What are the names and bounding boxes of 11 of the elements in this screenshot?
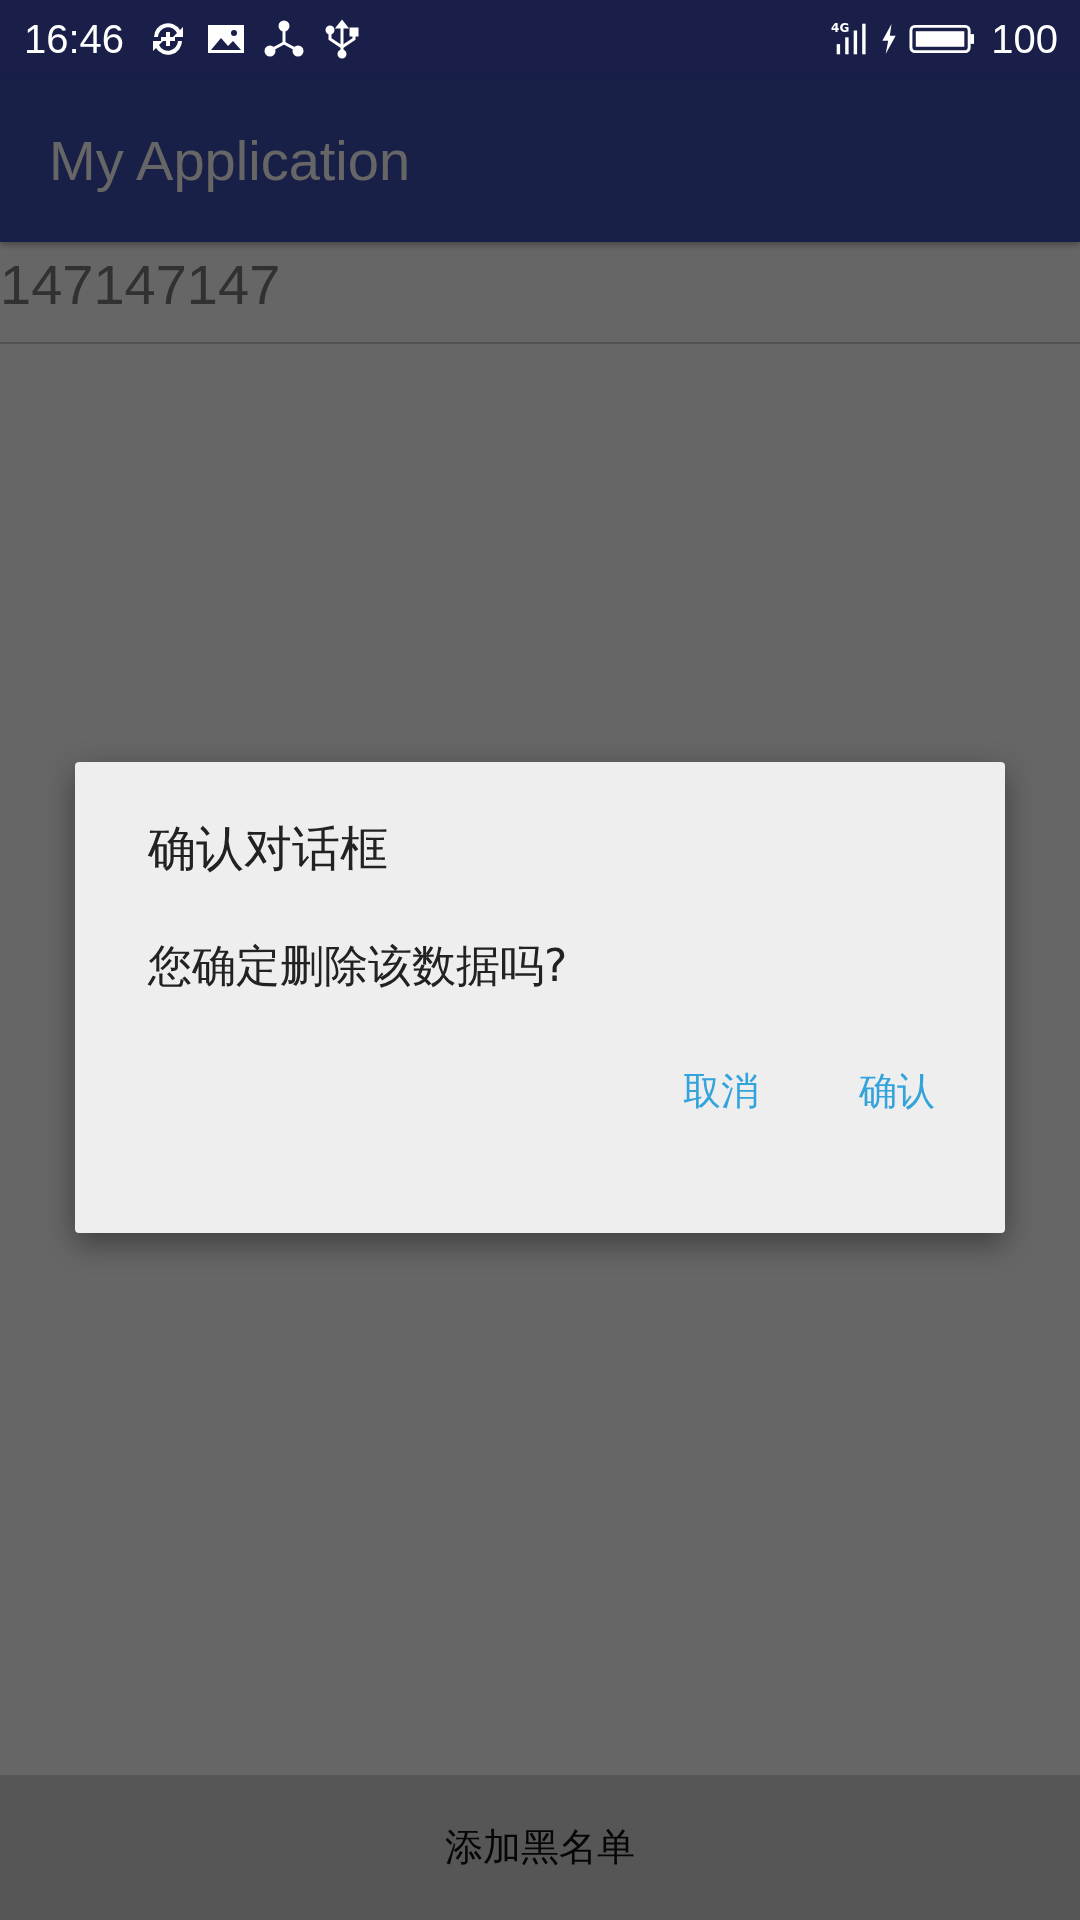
battery-icon — [909, 23, 976, 55]
add-blacklist-button[interactable]: 添加黑名单 — [0, 1775, 1080, 1920]
battery-level: 100 — [991, 16, 1058, 62]
confirm-button[interactable]: 确认 — [849, 1054, 945, 1129]
dialog-title: 确认对话框 — [148, 819, 389, 878]
clock-time: 16:46 — [24, 16, 125, 62]
share-nodes-icon — [264, 19, 305, 59]
app-title: My Application — [49, 127, 411, 193]
network-type: 4G — [831, 22, 850, 34]
dialog-message: 您确定删除该数据吗? — [148, 939, 569, 993]
cancel-button[interactable]: 取消 — [673, 1054, 769, 1129]
